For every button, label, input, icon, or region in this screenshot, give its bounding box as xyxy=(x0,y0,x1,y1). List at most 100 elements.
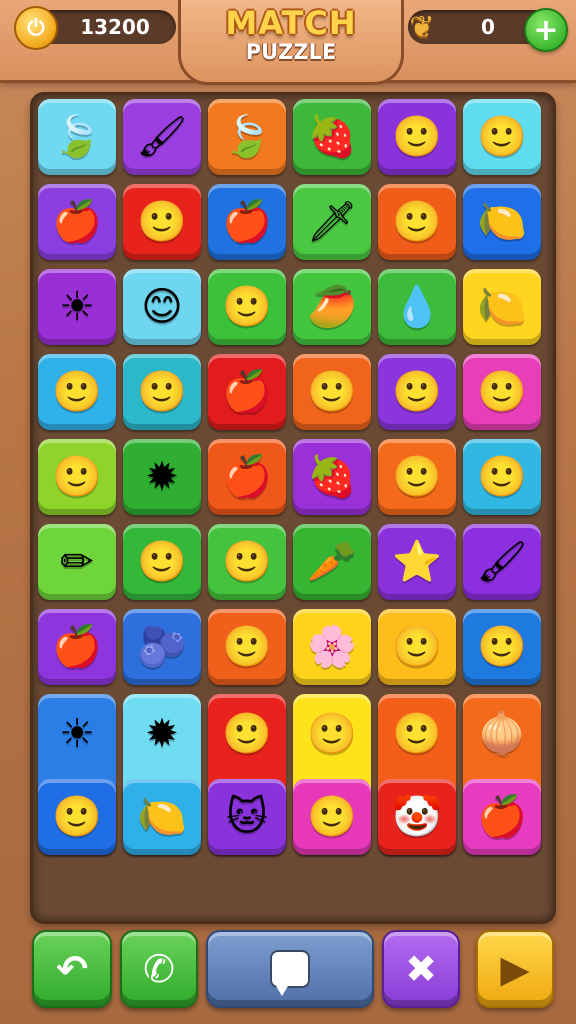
apple-icon: 🍎 xyxy=(222,454,272,500)
green-face-icon: 🙂 xyxy=(222,624,272,670)
tile-lemon[interactable]: 🍋 xyxy=(123,779,201,855)
tile-lemon[interactable]: 🍋 xyxy=(463,269,541,345)
undo-button[interactable]: ↶ xyxy=(32,930,112,1008)
tile-smiley[interactable]: 🙂 xyxy=(378,184,456,260)
tile-brush[interactable]: 🖌 xyxy=(123,99,201,175)
gem-amount: 0 xyxy=(481,15,495,39)
apple-icon: 🍎 xyxy=(222,369,272,415)
tile-lemon[interactable]: 🍋 xyxy=(463,184,541,260)
close-icon: ✖ xyxy=(405,947,437,991)
tile-smiley[interactable]: 🙂 xyxy=(123,524,201,600)
tile-smiley[interactable]: 🙂 xyxy=(463,354,541,430)
tile-apple[interactable]: 🍎 xyxy=(208,354,286,430)
tile-carrot-face[interactable]: 🥕 xyxy=(293,524,371,600)
tile-smiley[interactable]: 🙂 xyxy=(293,779,371,855)
tile-yellow-blob[interactable]: 🙂 xyxy=(208,524,286,600)
leaf-icon: 🍃 xyxy=(52,114,102,160)
yellow-blob-icon: 🙂 xyxy=(222,539,272,585)
smiley-icon: 🙂 xyxy=(137,199,187,245)
tile-leaf[interactable]: 🍃 xyxy=(208,99,286,175)
tile-leaf[interactable]: 🍃 xyxy=(38,99,116,175)
smiley-fruit-icon: 🙂 xyxy=(392,114,442,160)
plus-icon: + xyxy=(533,12,559,48)
blue-face-icon: 💧 xyxy=(392,284,442,330)
star-brush-icon: ✹ xyxy=(145,711,179,757)
undo-icon: ↶ xyxy=(56,947,88,991)
tile-smiley[interactable]: 🙂 xyxy=(378,354,456,430)
star-icon: ⭐ xyxy=(392,539,442,585)
tile-brush[interactable]: 🖌 xyxy=(463,524,541,600)
tile-smiley[interactable]: 🙂 xyxy=(123,354,201,430)
game-subtitle: PUZZLE xyxy=(245,40,337,64)
game-board: 🍃 🖌 🍃 🍓 🙂 🙂 🍎 🙂 🍎 🗡 🙂 🍋 ☀ 😊 🙂 🥭 💧 🍋 🙂 🙂 🍎 🙂 🙂 🙂 🙂 ✹ 🍎 🍓 🙂 🙂 ✏ 🙂 🙂 🥕 ⭐ 🖌 🍎 🫐 🙂 🌸… xyxy=(30,92,556,924)
tile-green-face[interactable]: 🙂 xyxy=(208,269,286,345)
tile-smiley[interactable]: 🙂 xyxy=(293,354,371,430)
green-face-icon: 🙂 xyxy=(392,624,442,670)
brush-icon: 🖌 xyxy=(476,539,528,585)
tile-green-face[interactable]: 🙂 xyxy=(378,609,456,685)
chat-icon xyxy=(270,950,310,996)
blue-face-icon: 🙂 xyxy=(477,624,527,670)
tile-apple[interactable]: 🍎 xyxy=(38,184,116,260)
tile-clown-face[interactable]: 🤡 xyxy=(378,779,456,855)
tile-smiley[interactable]: 🙂 xyxy=(123,184,201,260)
tile-apple[interactable]: 🍎 xyxy=(463,779,541,855)
add-gems-button[interactable]: + xyxy=(524,8,568,52)
apple-icon: 🍎 xyxy=(477,794,527,840)
tile-green-face[interactable]: 🙂 xyxy=(208,609,286,685)
tile-apple[interactable]: 🍎 xyxy=(208,439,286,515)
tile-blob-face[interactable]: 😊 xyxy=(123,269,201,345)
clown-face-icon: 🤡 xyxy=(392,794,442,840)
tile-cat-face[interactable]: 🐱 xyxy=(208,779,286,855)
tile-smiley[interactable]: 🙂 xyxy=(378,439,456,515)
leaf-icon: ❦ xyxy=(409,9,435,45)
carrot-face-icon: 🥕 xyxy=(307,539,357,585)
green-face-icon: 🙂 xyxy=(222,284,272,330)
tile-pencil[interactable]: ✏ xyxy=(38,524,116,600)
close-button[interactable]: ✖ xyxy=(382,930,460,1008)
coin-icon: ⏻ xyxy=(14,6,58,50)
smiley-icon: 🙂 xyxy=(137,369,187,415)
tile-green-blob[interactable]: 🙂 xyxy=(463,439,541,515)
smiley-icon: 🙂 xyxy=(137,539,187,585)
tile-drop[interactable]: 🥭 xyxy=(293,269,371,345)
smiley-icon: 🙂 xyxy=(52,454,102,500)
tile-sun-star[interactable]: ☀ xyxy=(38,269,116,345)
tile-smiley[interactable]: 🙂 xyxy=(38,439,116,515)
apple-icon: 🍎 xyxy=(52,624,102,670)
smiley-icon: 🙂 xyxy=(477,369,527,415)
strawberry-icon: 🍓 xyxy=(307,114,357,160)
top-bar: 13200 ⏻ MATCH PUZZLE 0 ❦ + xyxy=(0,0,576,85)
onion-brush-icon: 🧅 xyxy=(477,711,527,757)
sun-star-icon: ☀ xyxy=(59,284,95,330)
blue-drop-icon: 🫐 xyxy=(137,624,187,670)
tile-blue-drop[interactable]: 🫐 xyxy=(123,609,201,685)
tile-smiley-fruit[interactable]: 🙂 xyxy=(463,99,541,175)
tile-apple[interactable]: 🍎 xyxy=(208,184,286,260)
tile-star-face[interactable]: ✹ xyxy=(123,439,201,515)
tile-strawberry[interactable]: 🍓 xyxy=(293,439,371,515)
faces-icon: 🙂 xyxy=(222,711,272,757)
tile-star[interactable]: ⭐ xyxy=(378,524,456,600)
play-button[interactable]: ▶ xyxy=(476,930,554,1008)
tile-arrow[interactable]: 🗡 xyxy=(293,184,371,260)
tile-blue-face[interactable]: 🙂 xyxy=(38,779,116,855)
coin-amount: 13200 xyxy=(80,15,150,39)
tile-smiley[interactable]: 🙂 xyxy=(38,354,116,430)
tile-strawberry[interactable]: 🍓 xyxy=(293,99,371,175)
lemon-icon: 🍋 xyxy=(477,199,527,245)
title-plate: MATCH PUZZLE xyxy=(178,0,404,85)
tile-flower[interactable]: 🌸 xyxy=(293,609,371,685)
chat-button[interactable] xyxy=(206,930,374,1008)
tile-blue-face[interactable]: 🙂 xyxy=(463,609,541,685)
smiley-icon: 🙂 xyxy=(307,794,357,840)
strawberry-icon: 🍓 xyxy=(307,454,357,500)
phone-button[interactable]: ✆ xyxy=(120,930,198,1008)
lemon-icon: 🍋 xyxy=(137,794,187,840)
smiley-icon: 🙂 xyxy=(392,454,442,500)
tile-blue-face[interactable]: 💧 xyxy=(378,269,456,345)
tile-apple[interactable]: 🍎 xyxy=(38,609,116,685)
smiley-icon: 🙂 xyxy=(307,369,357,415)
tile-smiley-fruit[interactable]: 🙂 xyxy=(378,99,456,175)
cat-face-icon: 🐱 xyxy=(226,794,268,840)
